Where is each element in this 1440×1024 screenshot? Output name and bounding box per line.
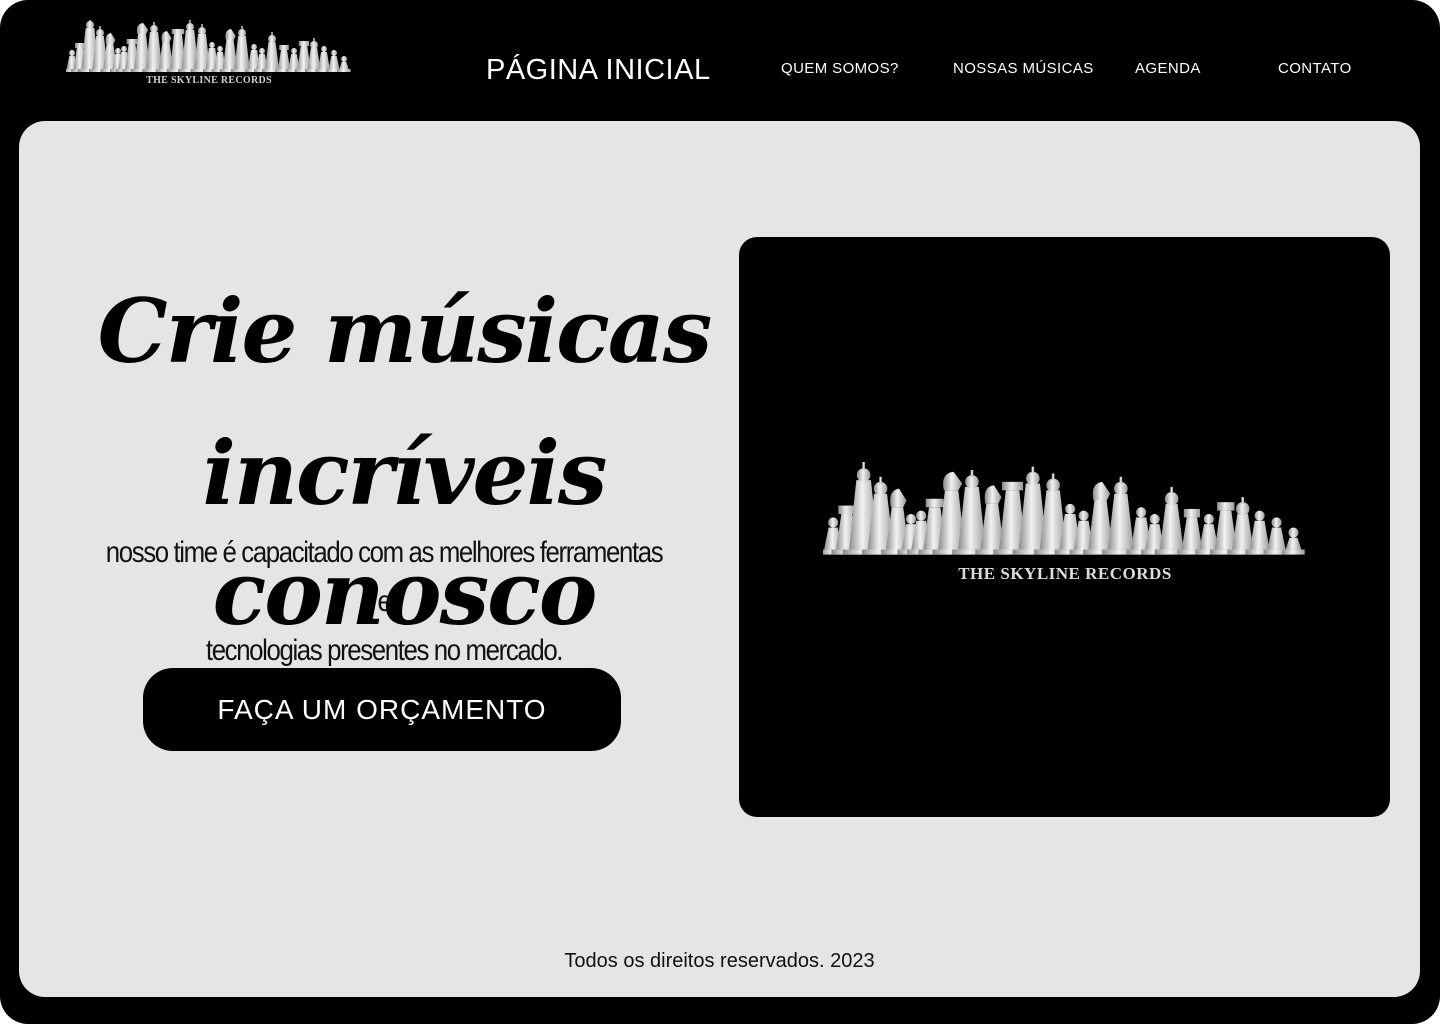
- nav-home-link[interactable]: PÁGINA INICIAL: [486, 50, 711, 90]
- chess-piece-shape: [1282, 527, 1305, 555]
- hero-subtitle-line1: nosso time é capacitado com as melhores …: [105, 536, 664, 618]
- nav-link-contato[interactable]: CONTATO: [1278, 58, 1352, 80]
- header-logo-text: THE SKYLINE RECORDS: [146, 75, 272, 86]
- request-quote-button[interactable]: FAÇA UM ORÇAMENTO: [143, 668, 621, 751]
- header-logo[interactable]: THE SKYLINE RECORDS: [66, 20, 352, 90]
- chess-pieces-logo-icon: [820, 456, 1305, 555]
- chess-piece-shape: [337, 56, 351, 72]
- chess-pieces-logo-icon: [66, 20, 351, 72]
- footer-copyright: Todos os direitos reservados. 2023: [564, 950, 875, 972]
- main-panel: Crie músicas incríveis conosco nosso tim…: [19, 121, 1420, 997]
- nav-link-nossas-musicas[interactable]: NOSSAS MÚSICAS: [953, 58, 1094, 80]
- page-frame: THE SKYLINE RECORDS PÁGINA INICIAL QUEM …: [0, 0, 1440, 1024]
- hero-logo-text: THE SKYLINE RECORDS: [958, 564, 1172, 583]
- hero-subtitle: nosso time é capacitado com as melhores …: [100, 528, 668, 675]
- nav-link-quem-somos[interactable]: QUEM SOMOS?: [781, 58, 899, 80]
- hero-brand-logo: THE SKYLINE RECORDS: [820, 456, 1307, 583]
- hero-title-line1: Crie músicas: [97, 279, 713, 383]
- hero-media-card: THE SKYLINE RECORDS: [739, 237, 1390, 817]
- nav-link-agenda[interactable]: AGENDA: [1135, 58, 1201, 80]
- hero-subtitle-line2: tecnologias presentes no mercado.: [205, 634, 564, 667]
